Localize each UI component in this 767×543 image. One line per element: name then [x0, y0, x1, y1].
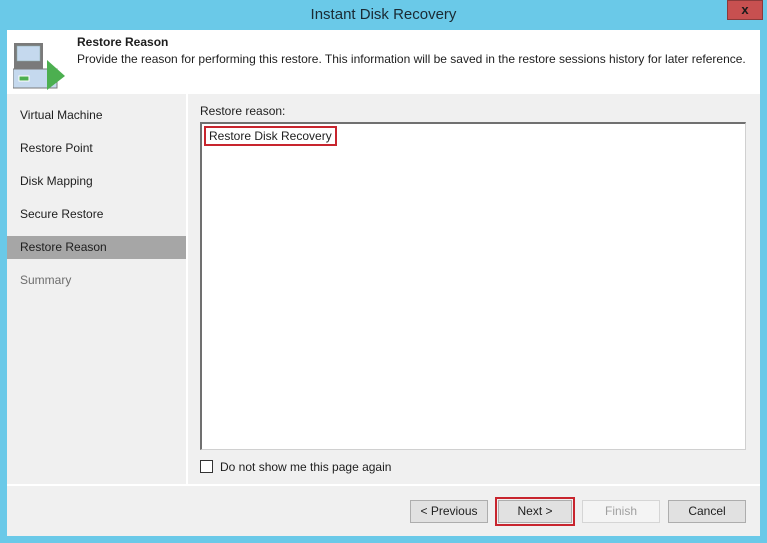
restore-reason-label: Restore reason:: [200, 104, 286, 118]
wizard-window: Restore Reason Provide the reason for pe…: [7, 30, 760, 536]
do-not-show-checkbox[interactable]: [200, 460, 213, 473]
footer-divider: [7, 484, 760, 486]
previous-button[interactable]: < Previous: [410, 500, 488, 523]
header-description: Provide the reason for performing this r…: [77, 52, 746, 66]
sidebar-item-restore-point[interactable]: Restore Point: [7, 137, 186, 160]
cancel-button[interactable]: Cancel: [668, 500, 746, 523]
sidebar-item-secure-restore[interactable]: Secure Restore: [7, 203, 186, 226]
close-button[interactable]: x: [727, 0, 763, 20]
close-icon: x: [741, 2, 749, 17]
wizard-header: Restore Reason Provide the reason for pe…: [7, 30, 760, 94]
sidebar-item-restore-reason[interactable]: Restore Reason: [7, 236, 186, 259]
restore-reason-value: Restore Disk Recovery: [204, 126, 337, 146]
sidebar-item-summary: Summary: [20, 273, 72, 287]
do-not-show-label[interactable]: Do not show me this page again: [220, 460, 391, 474]
restore-reason-textarea[interactable]: Restore Disk Recovery: [200, 122, 746, 450]
finish-button: Finish: [582, 500, 660, 523]
window-title: Instant Disk Recovery: [310, 6, 457, 23]
wizard-content: Restore reason: Restore Disk Recovery Do…: [188, 94, 760, 484]
title-bar: Instant Disk Recovery x: [0, 0, 767, 30]
next-button[interactable]: Next >: [495, 497, 575, 526]
header-title: Restore Reason: [77, 35, 169, 49]
wizard-steps-sidebar: Virtual Machine Restore Point Disk Mappi…: [7, 94, 188, 484]
sidebar-item-virtual-machine[interactable]: Virtual Machine: [7, 104, 186, 127]
restore-wizard-icon: [13, 43, 65, 90]
sidebar-item-disk-mapping[interactable]: Disk Mapping: [7, 170, 186, 193]
